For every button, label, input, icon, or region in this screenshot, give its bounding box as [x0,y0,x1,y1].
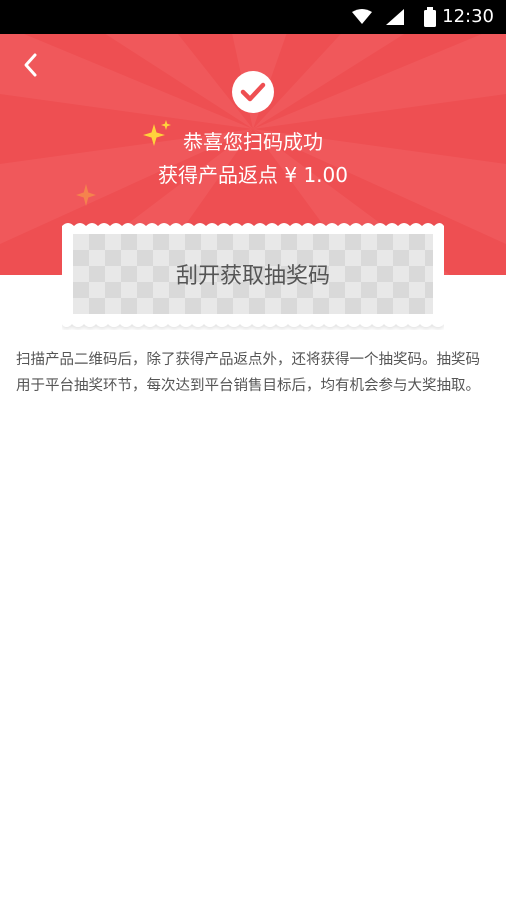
scratch-label: 刮开获取抽奖码 [175,264,330,289]
success-title: 恭喜您扫码成功 [183,130,323,154]
signal-icon [386,9,404,25]
description-text: 扫描产品二维码后，除了获得产品返点外，还将获得一个抽奖码。抽奖码用于平台抽奖环节… [16,352,480,394]
wifi-icon [352,9,372,24]
scratch-area[interactable]: 刮开获取抽奖码 [73,234,433,314]
check-circle-icon [232,71,274,113]
battery-icon [424,7,436,27]
scratch-ticket: 刮开获取抽奖码 [62,220,444,330]
rebate-label: 获得产品返点 [158,163,278,187]
status-time: 12:30 [442,6,494,27]
rebate-amount: ¥ 1.00 [284,163,348,187]
back-icon[interactable] [18,50,44,80]
rebate-text: 获得产品返点 ¥ 1.00 [0,159,506,188]
status-bar: 12:30 [0,0,506,34]
